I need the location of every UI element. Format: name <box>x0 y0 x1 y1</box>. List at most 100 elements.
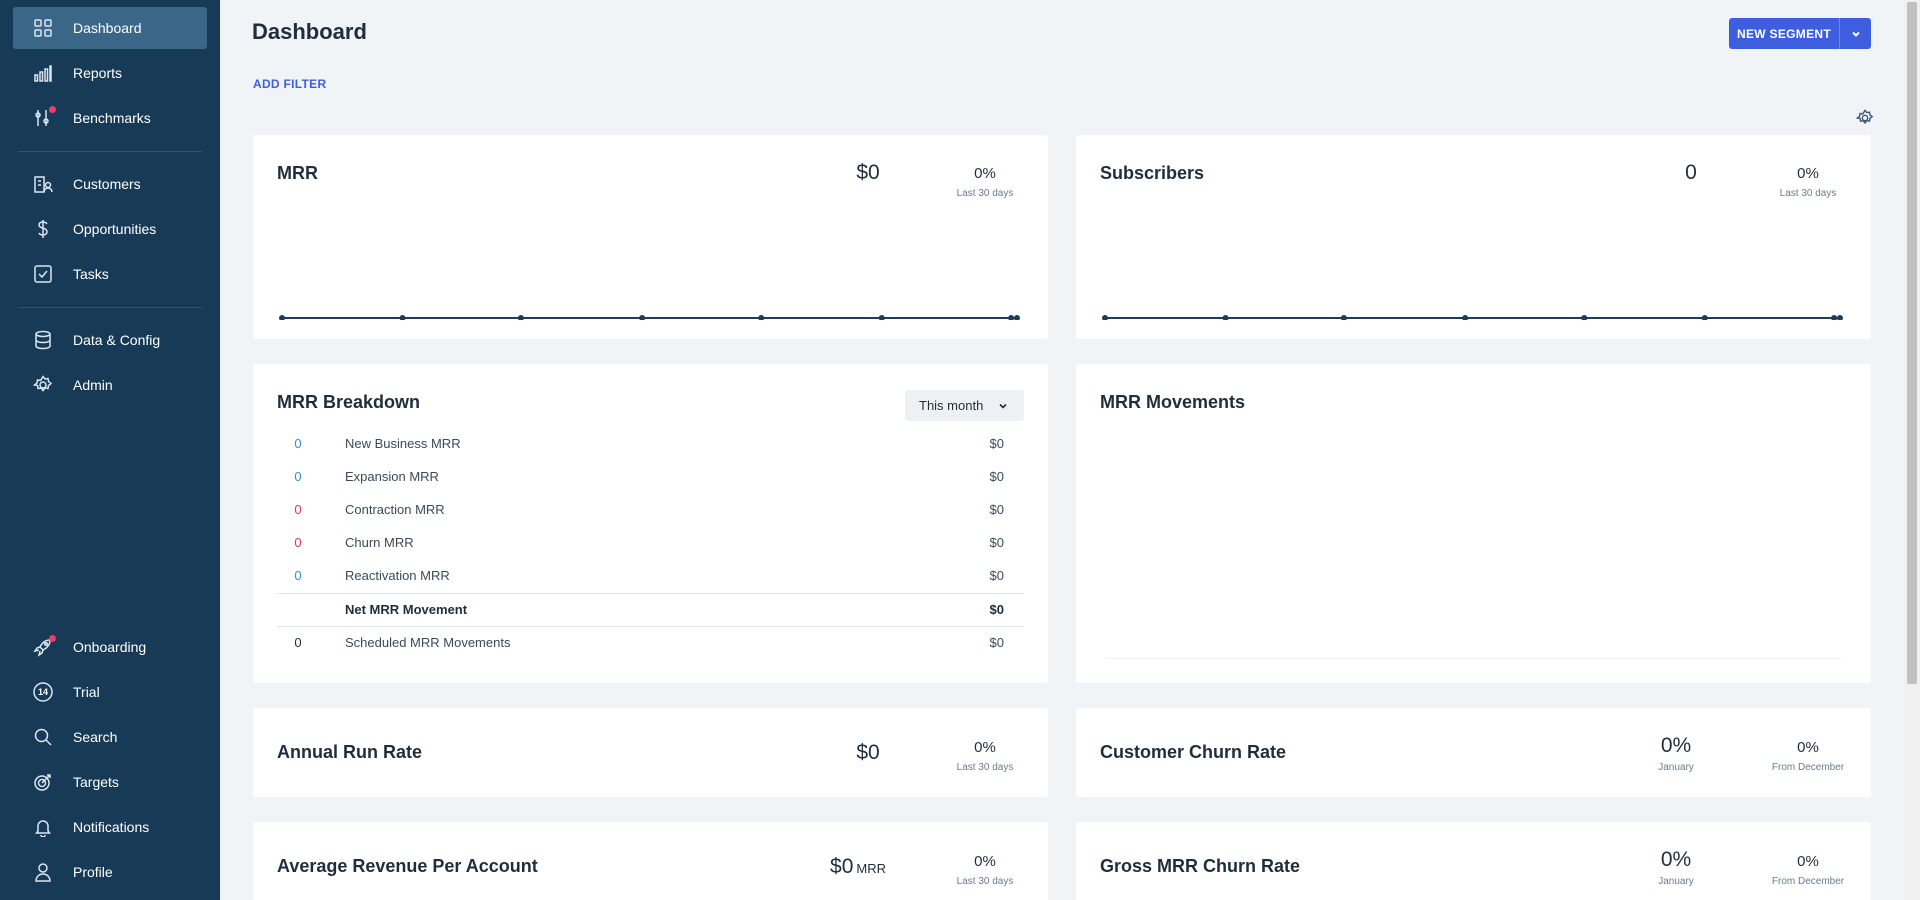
data-point[interactable] <box>1581 315 1588 320</box>
data-point[interactable] <box>1462 315 1469 320</box>
trial-days-badge: 14 <box>37 687 48 697</box>
sidebar-item-label: Benchmarks <box>73 110 151 126</box>
sidebar-item-admin[interactable]: Admin <box>13 364 207 406</box>
mrr-breakdown-card: MRR Breakdown This month 0 New Business … <box>253 364 1048 683</box>
data-point[interactable] <box>878 315 885 320</box>
chart-baseline <box>1106 658 1841 659</box>
page-scrollbar[interactable] <box>1904 0 1920 900</box>
data-point[interactable] <box>639 315 646 320</box>
subscribers-caption: Last 30 days <box>1779 188 1837 199</box>
sidebar: Dashboard Reports Benchmarks Customers O… <box>0 0 220 900</box>
churn-change-caption: From December <box>1771 762 1845 773</box>
trial-badge-icon: 14 <box>33 682 53 702</box>
data-point[interactable] <box>1222 315 1229 320</box>
sidebar-item-reports[interactable]: Reports <box>13 52 207 94</box>
net-movement-amount: $0 <box>989 602 1004 617</box>
card-title: MRR Movements <box>1100 392 1246 412</box>
breakdown-count: 0 <box>294 502 302 517</box>
subscribers-value: 0 <box>1685 161 1697 184</box>
breakdown-count: 0 <box>294 436 302 451</box>
data-point[interactable] <box>758 315 765 320</box>
scrollbar-thumb[interactable] <box>1907 2 1917 684</box>
data-point[interactable] <box>1831 315 1838 320</box>
data-point[interactable] <box>1837 315 1843 320</box>
sidebar-item-profile[interactable]: Profile <box>13 851 207 893</box>
arpa-value-wrap: $0 MRR <box>813 855 903 879</box>
sidebar-item-dashboard[interactable]: Dashboard <box>13 7 207 49</box>
breakdown-count: 0 <box>294 469 302 484</box>
arr-change: 0% <box>974 739 996 756</box>
new-segment-button[interactable]: NEW SEGMENT <box>1729 18 1839 49</box>
sidebar-item-onboarding[interactable]: Onboarding <box>13 626 207 668</box>
sidebar-item-benchmarks[interactable]: Benchmarks <box>13 97 207 139</box>
data-point[interactable] <box>517 315 524 320</box>
sidebar-item-data-config[interactable]: Data & Config <box>13 319 207 361</box>
mrr-chart <box>279 315 1020 320</box>
mrr-caption: Last 30 days <box>956 188 1014 199</box>
new-segment-dropdown-button[interactable] <box>1839 18 1871 49</box>
sidebar-item-label: Trial <box>73 684 100 700</box>
customer-churn-card[interactable]: Customer Churn Rate 0% January 0% From D… <box>1076 708 1871 797</box>
churn-change: 0% <box>1797 739 1819 756</box>
sidebar-item-targets[interactable]: Targets <box>13 761 207 803</box>
breakdown-count: 0 <box>294 535 302 550</box>
alert-dot <box>49 106 56 113</box>
data-point[interactable] <box>1701 315 1708 320</box>
breakdown-name: Churn MRR <box>345 535 414 550</box>
add-filter-link[interactable]: ADD FILTER <box>253 77 326 91</box>
subscribers-card[interactable]: Subscribers 0 0% Last 30 days <box>1076 135 1871 339</box>
data-point[interactable] <box>1014 315 1020 320</box>
period-dropdown[interactable]: This month <box>905 390 1024 421</box>
sidebar-item-label: Search <box>73 729 118 745</box>
gear-icon <box>1855 109 1874 125</box>
alert-dot <box>49 635 56 642</box>
net-movement-row: Net MRR Movement $0 <box>277 593 1024 626</box>
data-point[interactable] <box>1340 315 1347 320</box>
data-point[interactable] <box>399 315 406 320</box>
breakdown-row[interactable]: 0 New Business MRR $0 <box>277 428 1024 461</box>
sidebar-item-customers[interactable]: Customers <box>13 163 207 205</box>
database-icon <box>33 330 53 350</box>
sidebar-item-label: Onboarding <box>73 639 147 655</box>
customers-icon <box>33 174 53 194</box>
main-content: Dashboard ADD FILTER NEW SEGMENT MRR $0 … <box>220 0 1900 900</box>
chevron-down-icon <box>1851 31 1860 37</box>
sidebar-item-label: Dashboard <box>73 20 142 36</box>
breakdown-row[interactable]: 0 Expansion MRR $0 <box>277 461 1024 494</box>
gross-mrr-churn-card[interactable]: Gross MRR Churn Rate 0% January 0% From … <box>1076 822 1871 900</box>
card-title: Subscribers <box>1100 163 1205 183</box>
sidebar-item-tasks[interactable]: Tasks <box>13 253 207 295</box>
data-point[interactable] <box>1102 315 1108 320</box>
breakdown-name: Reactivation MRR <box>345 568 450 583</box>
card-title: MRR Breakdown <box>277 392 421 412</box>
card-title: Customer Churn Rate <box>1100 742 1287 762</box>
sidebar-item-notifications[interactable]: Notifications <box>13 806 207 848</box>
arr-caption: Last 30 days <box>956 762 1014 773</box>
breakdown-row[interactable]: 0 Churn MRR $0 <box>277 527 1024 560</box>
arr-card[interactable]: Annual Run Rate $0 0% Last 30 days <box>253 708 1048 797</box>
breakdown-amount: $0 <box>989 635 1004 650</box>
dashboard-settings-button[interactable] <box>1855 109 1874 127</box>
mrr-change: 0% <box>974 165 996 182</box>
sidebar-item-label: Data & Config <box>73 332 161 348</box>
data-point[interactable] <box>279 315 285 320</box>
data-point[interactable] <box>1008 315 1015 320</box>
subscribers-chart <box>1102 315 1843 320</box>
scheduled-movement-row[interactable]: 0 Scheduled MRR Movements $0 <box>277 626 1024 659</box>
arpa-card[interactable]: Average Revenue Per Account $0 MRR 0% Las… <box>253 822 1048 900</box>
user-icon <box>33 862 53 882</box>
mrr-card[interactable]: MRR $0 0% Last 30 days <box>253 135 1048 339</box>
breakdown-row[interactable]: 0 Contraction MRR $0 <box>277 494 1024 527</box>
sidebar-item-trial[interactable]: 14 Trial <box>13 671 207 713</box>
sidebar-item-opportunities[interactable]: Opportunities <box>13 208 207 250</box>
breakdown-amount: $0 <box>989 469 1004 484</box>
sidebar-item-search[interactable]: Search <box>13 716 207 758</box>
breakdown-name: Expansion MRR <box>345 469 439 484</box>
card-title: Annual Run Rate <box>277 742 423 762</box>
breakdown-row[interactable]: 0 Reactivation MRR $0 <box>277 560 1024 593</box>
sidebar-divider <box>18 307 202 308</box>
sidebar-item-label: Admin <box>73 377 113 393</box>
gross-churn-value: 0% <box>1660 848 1692 871</box>
gear-icon <box>33 375 53 395</box>
breakdown-name: Contraction MRR <box>345 502 445 517</box>
